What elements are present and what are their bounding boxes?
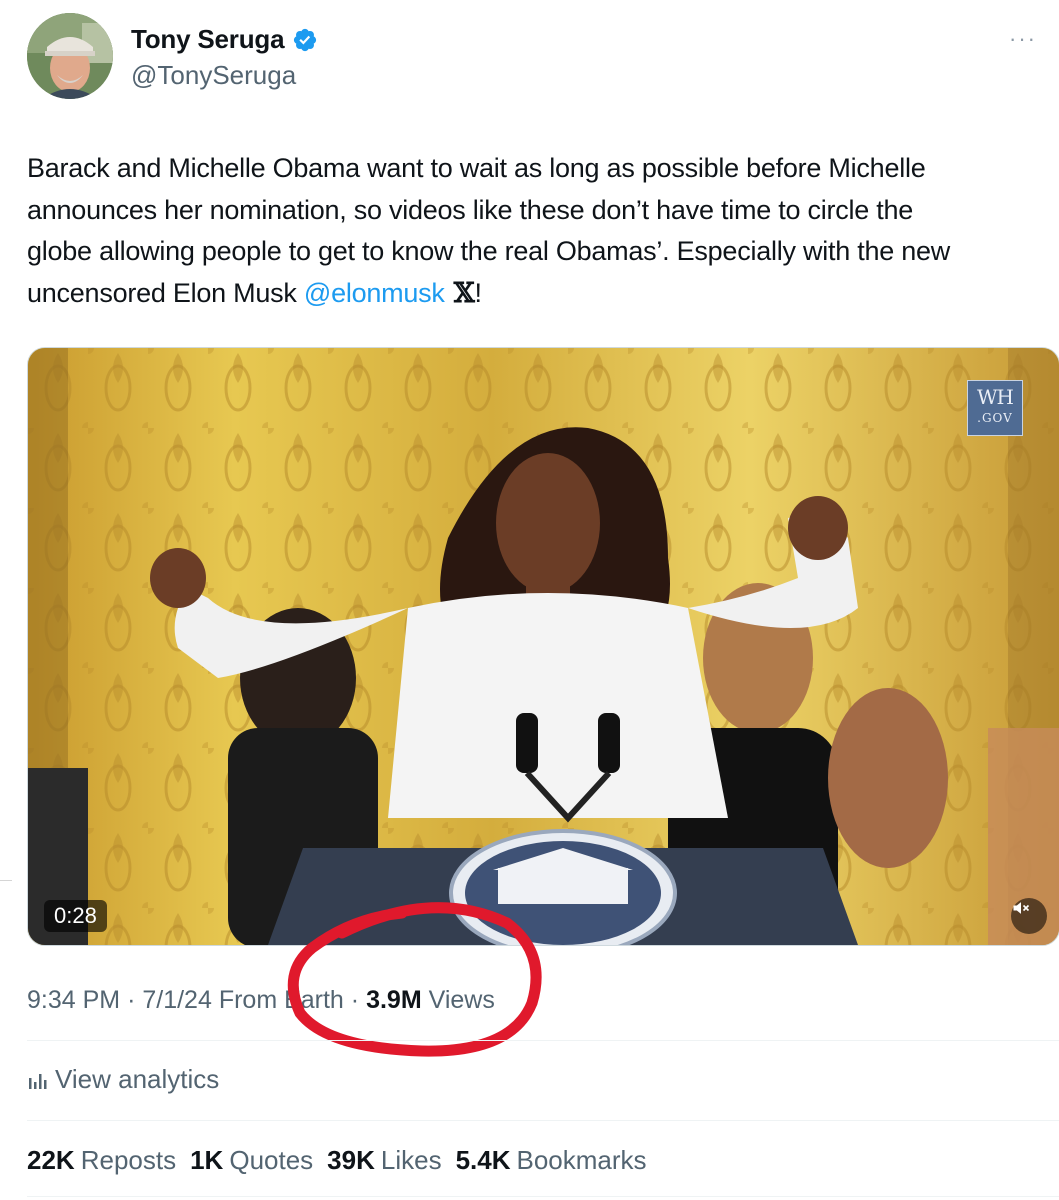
mute-button[interactable] (1011, 898, 1047, 934)
video-duration: 0:28 (44, 900, 107, 932)
tweet-date[interactable]: 7/1/24 (142, 986, 212, 1014)
tweet-text-line: announces her nomination, so videos like… (27, 194, 914, 225)
edge-rule (0, 880, 12, 881)
likes-count: 39K (327, 1145, 375, 1175)
tweet-text-line: uncensored Elon Musk @elonmusk 𝕏! (27, 273, 1059, 315)
likes-stat[interactable]: 39K Likes (327, 1145, 441, 1176)
author-avatar[interactable] (27, 13, 113, 99)
view-analytics-link[interactable]: View analytics (27, 1064, 219, 1095)
meta-separator: · (350, 986, 367, 1014)
mention-link[interactable]: @elonmusk (304, 278, 445, 308)
reposts-count: 22K (27, 1145, 75, 1175)
meta-separator: · (127, 986, 143, 1014)
verified-badge-icon (294, 28, 317, 51)
tweet-detail: Tony Seruga @TonySeruga ··· Barack and M… (0, 0, 1059, 1200)
video-player[interactable]: WH .GOV 0:28 (27, 347, 1059, 946)
avatar-photo (27, 13, 113, 99)
likes-label: Likes (380, 1145, 442, 1175)
reposts-stat[interactable]: 22K Reposts (27, 1145, 176, 1176)
divider (27, 1040, 1059, 1041)
quotes-stat[interactable]: 1K Quotes (190, 1145, 313, 1176)
bookmarks-stat[interactable]: 5.4K Bookmarks (456, 1145, 647, 1176)
divider (27, 1120, 1059, 1121)
analytics-bar-icon (29, 1073, 47, 1089)
divider (27, 1196, 1059, 1197)
tweet-source: From Earth (218, 986, 344, 1014)
tweet-text-line: Barack and Michelle Obama want to wait a… (27, 153, 926, 183)
wh-badge-bottom: .GOV (977, 411, 1013, 425)
tweet-meta: 9:34 PM · 7/1/24 From Earth · 3.9M Views (27, 986, 495, 1015)
author-name-row[interactable]: Tony Seruga (131, 24, 318, 55)
wh-gov-watermark: WH .GOV (967, 380, 1023, 436)
more-options-icon[interactable]: ··· (1009, 26, 1037, 52)
author-handle[interactable]: @TonySeruga (131, 60, 296, 91)
views-count: 3.9M (366, 986, 422, 1014)
bookmarks-count: 5.4K (455, 1145, 511, 1175)
view-analytics-label[interactable]: View analytics (55, 1064, 219, 1095)
wh-badge-top: WH (977, 385, 1014, 409)
speaker-muted-icon (1013, 902, 1030, 914)
tweet-text: Barack and Michelle Obama want to wait a… (27, 148, 1059, 314)
tweet-text-line: globe allowing people to get to know the… (27, 236, 951, 266)
engagement-stats: 22K Reposts 1K Quotes 39K Likes 5.4K Bookmar… (27, 1145, 647, 1176)
x-logo-glyph: 𝕏 (444, 277, 475, 309)
reposts-label: Reposts (80, 1145, 177, 1175)
bookmarks-label: Bookmarks (516, 1145, 647, 1175)
quotes-label: Quotes (229, 1145, 314, 1175)
tweet-time[interactable]: 9:34 PM (27, 986, 120, 1014)
tweet-text-fragment: uncensored Elon Musk (27, 277, 304, 308)
quotes-count: 1K (190, 1145, 224, 1175)
author-display-name[interactable]: Tony Seruga (131, 24, 285, 55)
tweet-text-fragment: ! (474, 277, 482, 308)
video-frame (28, 348, 1059, 945)
views-label: Views (428, 986, 495, 1014)
